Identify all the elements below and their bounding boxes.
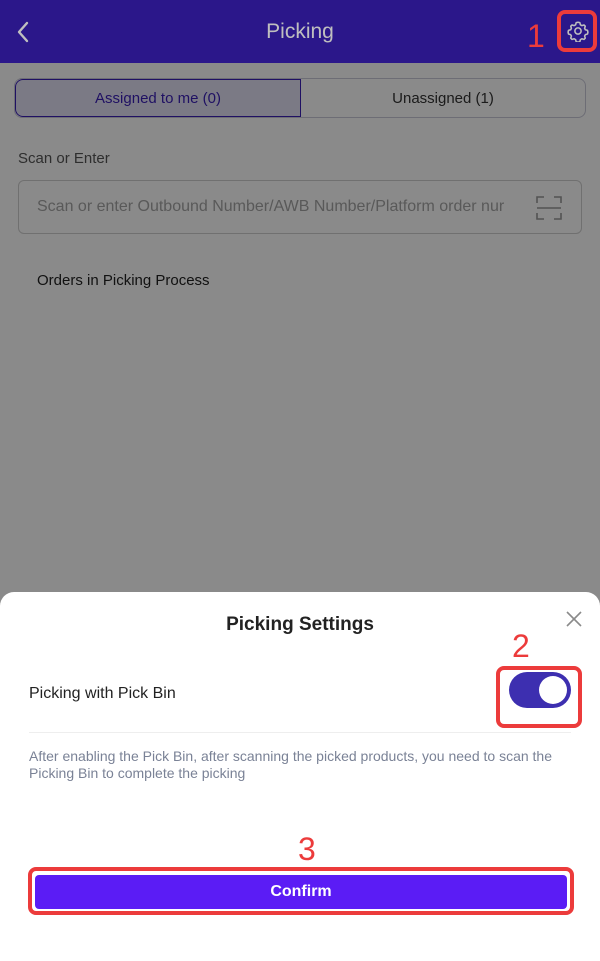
pick-bin-label: Picking with Pick Bin [29, 685, 176, 702]
annotation-box-toggle [496, 666, 582, 728]
annotation-number-2: 2 [512, 628, 530, 664]
annotation-number-3: 3 [298, 831, 316, 867]
close-icon [566, 611, 582, 627]
pick-bin-description: After enabling the Pick Bin, after scann… [29, 748, 552, 781]
annotation-box-settings [557, 10, 597, 52]
sheet-title: Picking Settings [226, 614, 374, 635]
annotation-box-confirm [28, 867, 574, 915]
annotation-number-1: 1 [527, 18, 545, 54]
pick-bin-setting-row: Picking with Pick Bin [29, 658, 571, 733]
header-dim-overlay [0, 0, 600, 63]
close-button[interactable] [563, 608, 585, 630]
